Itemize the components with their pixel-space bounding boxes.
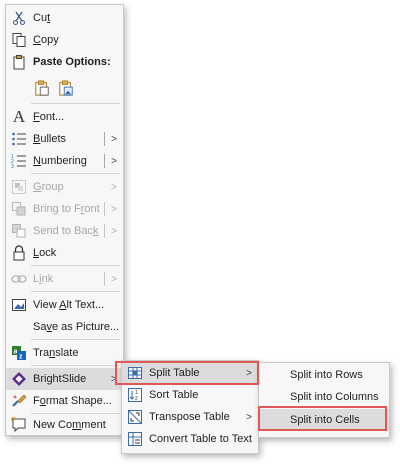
brightslide-icon — [11, 371, 27, 387]
menu-item-split-into-columns[interactable]: Split into Columns — [259, 386, 389, 408]
chevron-right-icon[interactable]: > — [111, 374, 117, 385]
menu-item-copy[interactable]: Copy — [6, 29, 123, 51]
view-alt-text-label: View Alt Text... — [33, 299, 105, 311]
convert-table-to-text-label: Convert Table to Text — [149, 433, 252, 445]
separator — [31, 365, 120, 366]
numbering-icon: 123 — [11, 153, 27, 169]
menu-item-new-comment[interactable]: New Comment — [6, 414, 123, 436]
context-menu: Cut Copy Paste Options: A Font... Bullet… — [5, 4, 124, 436]
menu-item-send-to-back: Send to Back > — [6, 220, 123, 242]
split-table-icon — [127, 365, 143, 381]
menu-item-split-into-cells[interactable]: Split into Cells — [259, 409, 389, 431]
new-comment-icon — [11, 417, 27, 433]
translate-label: Translate — [33, 347, 79, 359]
bullets-label: Bullets — [33, 133, 67, 145]
chevron-right-icon: > — [111, 181, 117, 193]
split-divider — [104, 272, 105, 286]
svg-text:z: z — [19, 354, 23, 361]
split-divider — [104, 132, 105, 146]
split-into-rows-label: Split into Rows — [290, 369, 363, 381]
bring-to-front-label: Bring to Front — [33, 203, 100, 215]
brightslide-label: BrightSlide — [33, 373, 87, 385]
brightslide-submenu: Split Table > 12 Sort Table Transpose Ta… — [121, 360, 259, 454]
link-icon — [11, 271, 27, 287]
sort-table-label: Sort Table — [149, 389, 199, 401]
menu-item-lock[interactable]: Lock — [6, 242, 123, 264]
menu-item-bring-to-front: Bring to Front > — [6, 198, 123, 220]
save-as-picture-label: Save as Picture... — [33, 321, 120, 333]
chevron-right-icon: > — [111, 225, 117, 237]
chevron-right-icon[interactable]: > — [111, 134, 117, 145]
menu-item-transpose-table[interactable]: Transpose Table > — [122, 406, 258, 428]
menu-item-format-shape[interactable]: Format Shape... — [6, 390, 123, 412]
svg-text:3: 3 — [11, 164, 14, 169]
split-into-columns-label: Split into Columns — [290, 391, 379, 403]
link-label: Link — [33, 273, 54, 285]
menu-item-split-into-rows[interactable]: Split into Rows — [259, 364, 389, 386]
menu-item-link: Link > — [6, 268, 123, 290]
new-comment-label: New Comment — [33, 419, 106, 431]
numbering-label: Numbering — [33, 155, 87, 167]
menu-item-bullets[interactable]: Bullets > — [6, 128, 123, 150]
send-to-back-icon — [11, 223, 27, 239]
transpose-table-icon — [127, 409, 143, 425]
font-label: Font... — [33, 111, 65, 123]
menu-item-numbering[interactable]: 123 Numbering > — [6, 150, 123, 172]
bullets-icon — [11, 131, 27, 147]
menu-item-cut[interactable]: Cut — [6, 7, 123, 29]
chevron-right-icon[interactable]: > — [111, 156, 117, 167]
paste-options-label: Paste Options: — [33, 56, 111, 68]
scissors-icon — [11, 10, 27, 26]
separator — [31, 103, 120, 104]
chevron-right-icon[interactable]: > — [246, 412, 252, 423]
copy-label: Copy — [33, 34, 59, 46]
paste-options-header: Paste Options: — [6, 51, 123, 73]
clipboard-icon — [11, 54, 27, 70]
cut-label: Cut — [33, 12, 51, 24]
chevron-right-icon: > — [111, 273, 117, 285]
menu-item-group: Group > — [6, 176, 123, 198]
alt-text-icon — [11, 297, 27, 313]
lock-icon — [11, 245, 27, 261]
menu-item-translate[interactable]: az Translate — [6, 342, 123, 364]
menu-item-sort-table[interactable]: 12 Sort Table — [122, 384, 258, 406]
menu-item-convert-table-to-text[interactable]: Convert Table to Text — [122, 428, 258, 450]
separator — [31, 291, 120, 292]
group-icon — [11, 179, 27, 195]
convert-table-to-text-icon — [127, 431, 143, 447]
split-divider — [104, 224, 105, 238]
separator — [31, 339, 120, 340]
menu-item-font[interactable]: A Font... — [6, 106, 123, 128]
font-icon: A — [12, 107, 26, 126]
split-divider — [104, 202, 105, 216]
menu-item-split-table[interactable]: Split Table > — [122, 362, 258, 384]
translate-icon: az — [11, 345, 27, 361]
svg-text:2: 2 — [135, 396, 138, 402]
chevron-right-icon: > — [111, 203, 117, 215]
menu-item-save-as-picture[interactable]: Save as Picture... — [6, 316, 123, 338]
copy-icon — [11, 32, 27, 48]
transpose-table-label: Transpose Table — [149, 411, 230, 423]
format-shape-icon — [11, 393, 27, 409]
separator — [31, 173, 120, 174]
lock-label: Lock — [33, 247, 57, 259]
svg-text:a: a — [14, 349, 18, 356]
split-into-cells-label: Split into Cells — [290, 414, 360, 426]
sort-table-icon: 12 — [127, 387, 143, 403]
paste-options-row — [6, 75, 123, 101]
separator — [31, 265, 120, 266]
menu-item-brightslide[interactable]: BrightSlide > — [6, 368, 123, 390]
split-table-label: Split Table — [149, 367, 200, 379]
format-shape-label: Format Shape... — [33, 395, 112, 407]
paste-picture-icon[interactable] — [57, 79, 75, 97]
send-to-back-label: Send to Back — [33, 225, 99, 237]
chevron-right-icon[interactable]: > — [246, 368, 252, 379]
split-divider — [104, 154, 105, 168]
group-label: Group — [33, 181, 64, 193]
paste-keep-formatting-icon[interactable] — [33, 79, 51, 97]
split-table-submenu: Split into Rows Split into Columns Split… — [258, 362, 390, 438]
bring-to-front-icon — [11, 201, 27, 217]
menu-item-view-alt-text[interactable]: View Alt Text... — [6, 294, 123, 316]
